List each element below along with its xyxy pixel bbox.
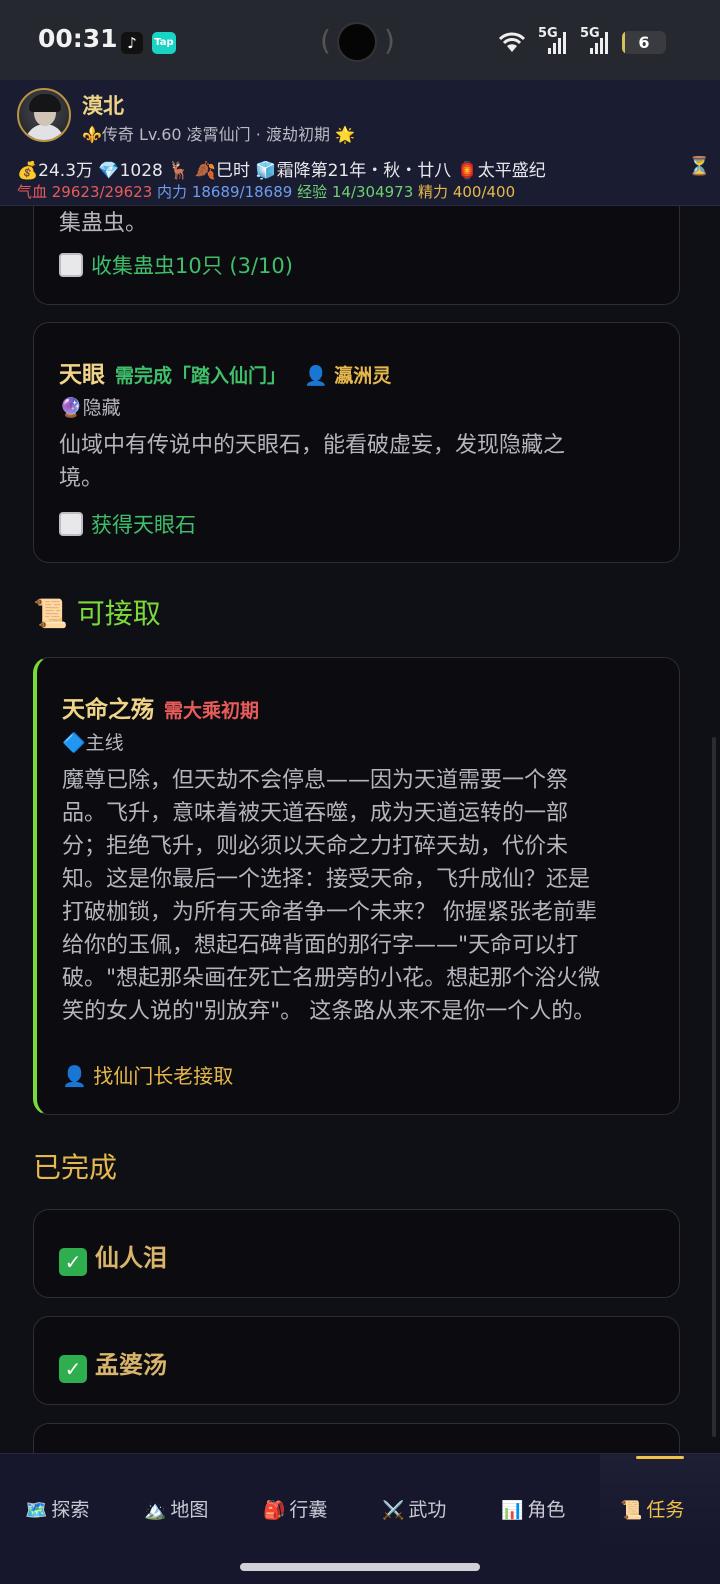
scroll-icon: 📜 bbox=[620, 1500, 643, 1521]
chart-icon: 📊 bbox=[501, 1500, 524, 1521]
mountain-icon: 🏔️ bbox=[144, 1500, 167, 1521]
completed-quest-2[interactable]: ✓ 孟婆汤 bbox=[33, 1316, 680, 1405]
checkbox-empty-icon bbox=[59, 253, 83, 277]
quest-objective: 获得天眼石 bbox=[59, 509, 196, 539]
clock: 00:31 bbox=[38, 24, 118, 53]
status-bar: 00:31 ♪ Tap ( ) 5G 5G 6 bbox=[0, 0, 720, 80]
player-header-overlay: 漠北 ⚜️传奇 Lv.60 凌霄仙门 · 渡劫初期 🌟 💰24.3万 💎1028… bbox=[0, 80, 720, 206]
quest-objective: 收集蛊虫10只 (3/10) bbox=[59, 250, 293, 280]
tap-app-icon: Tap bbox=[152, 32, 176, 54]
avatar-overlay bbox=[17, 88, 71, 142]
home-indicator[interactable] bbox=[240, 1563, 480, 1571]
quest-title: 天命之殇 bbox=[62, 697, 154, 723]
quest-card-tianming[interactable]: 天命之殇 需大乘初期 🔷主线 魔尊已除，但天劫不会停息——因为天道需要一个祭 品。… bbox=[33, 657, 680, 1115]
nav-character[interactable]: 📊 角色 bbox=[501, 1495, 565, 1522]
check-icon: ✓ bbox=[59, 1248, 87, 1276]
backpack-icon: 🎒 bbox=[263, 1500, 286, 1521]
quest-tag: 🔷主线 bbox=[62, 732, 124, 754]
quest-title-row: 天命之殇 需大乘初期 bbox=[62, 690, 259, 724]
section-completed: 已完成 bbox=[33, 1151, 118, 1184]
quest-card-gu[interactable]: 集蛊虫。 收集蛊虫10只 (3/10) bbox=[33, 190, 680, 305]
quest-npc: 👤 瀛洲灵 bbox=[304, 365, 392, 387]
quest-desc: 仙域中有传说中的天眼石，能看破虚妄，发现隐藏之 境。 bbox=[59, 433, 566, 491]
quest-requirement: 需大乘初期 bbox=[164, 700, 260, 722]
quest-tag: 🔮隐藏 bbox=[59, 397, 121, 419]
quest-desc: 魔尊已除，但天劫不会停息——因为天道需要一个祭 品。飞升，意味着被天道吞噬，成为… bbox=[62, 768, 601, 1024]
signal-icon-2 bbox=[590, 32, 608, 54]
nav-bag[interactable]: 🎒 行囊 bbox=[263, 1495, 327, 1522]
battery-level: 6 bbox=[638, 33, 650, 52]
completed-quest-title: ✓ 孟婆汤 bbox=[59, 1345, 167, 1383]
quest-desc: 集蛊虫。 bbox=[59, 211, 148, 236]
player-name-overlay: 漠北 bbox=[82, 94, 124, 118]
scroll-icon: 📜 bbox=[33, 597, 68, 630]
nav-quests[interactable]: 📜 任务 bbox=[620, 1495, 684, 1522]
tiktok-icon: ♪ bbox=[121, 32, 143, 54]
wifi-icon bbox=[496, 30, 528, 60]
quest-card-tianyan[interactable]: 天眼 需完成「踏入仙门」 👤 瀛洲灵 🔮隐藏 仙域中有传说中的天眼石，能看破虚妄，发… bbox=[33, 322, 680, 563]
player-title-overlay: ⚜️传奇 Lv.60 凌霄仙门 · 渡劫初期 🌟 bbox=[82, 125, 355, 144]
hourglass-icon-overlay: ⏳ bbox=[688, 156, 711, 177]
check-icon: ✓ bbox=[59, 1355, 87, 1383]
swords-icon: ⚔️ bbox=[382, 1500, 405, 1521]
nav-map[interactable]: 🏔️ 地图 bbox=[144, 1495, 208, 1522]
checkbox-empty-icon bbox=[59, 512, 83, 536]
battery-icon: 6 bbox=[622, 31, 666, 54]
resource-stats-overlay: 💰24.3万 💎1028 🦌 🍂巳时 🧊霜降第21年・秋・廿八 🏮太平盛纪 bbox=[17, 161, 546, 181]
signal-icon bbox=[548, 32, 566, 54]
quest-title-row: 天眼 需完成「踏入仙门」 👤 瀛洲灵 bbox=[59, 355, 391, 389]
camera-island: ( ) bbox=[320, 22, 395, 64]
quest-title: 天眼 bbox=[59, 362, 105, 388]
section-available: 📜 可接取 bbox=[33, 597, 161, 630]
map-icon: 🗺️ bbox=[25, 1500, 48, 1521]
scrollbar[interactable] bbox=[712, 737, 716, 1437]
quest-requirement: 需完成「踏入仙门」 bbox=[115, 365, 287, 387]
vital-stats-overlay: 气血 29623/29623 内力 18689/18689 经验 14/3049… bbox=[17, 183, 516, 201]
completed-quest-title: ✓ 仙人泪 bbox=[59, 1238, 167, 1276]
completed-quest-1[interactable]: ✓ 仙人泪 bbox=[33, 1209, 680, 1298]
nav-active-indicator bbox=[636, 1456, 684, 1459]
accept-hint[interactable]: 👤 找仙门长老接取 bbox=[62, 1060, 233, 1089]
nav-explore[interactable]: 🗺️ 探索 bbox=[25, 1495, 89, 1522]
nav-skills[interactable]: ⚔️ 武功 bbox=[382, 1495, 446, 1522]
